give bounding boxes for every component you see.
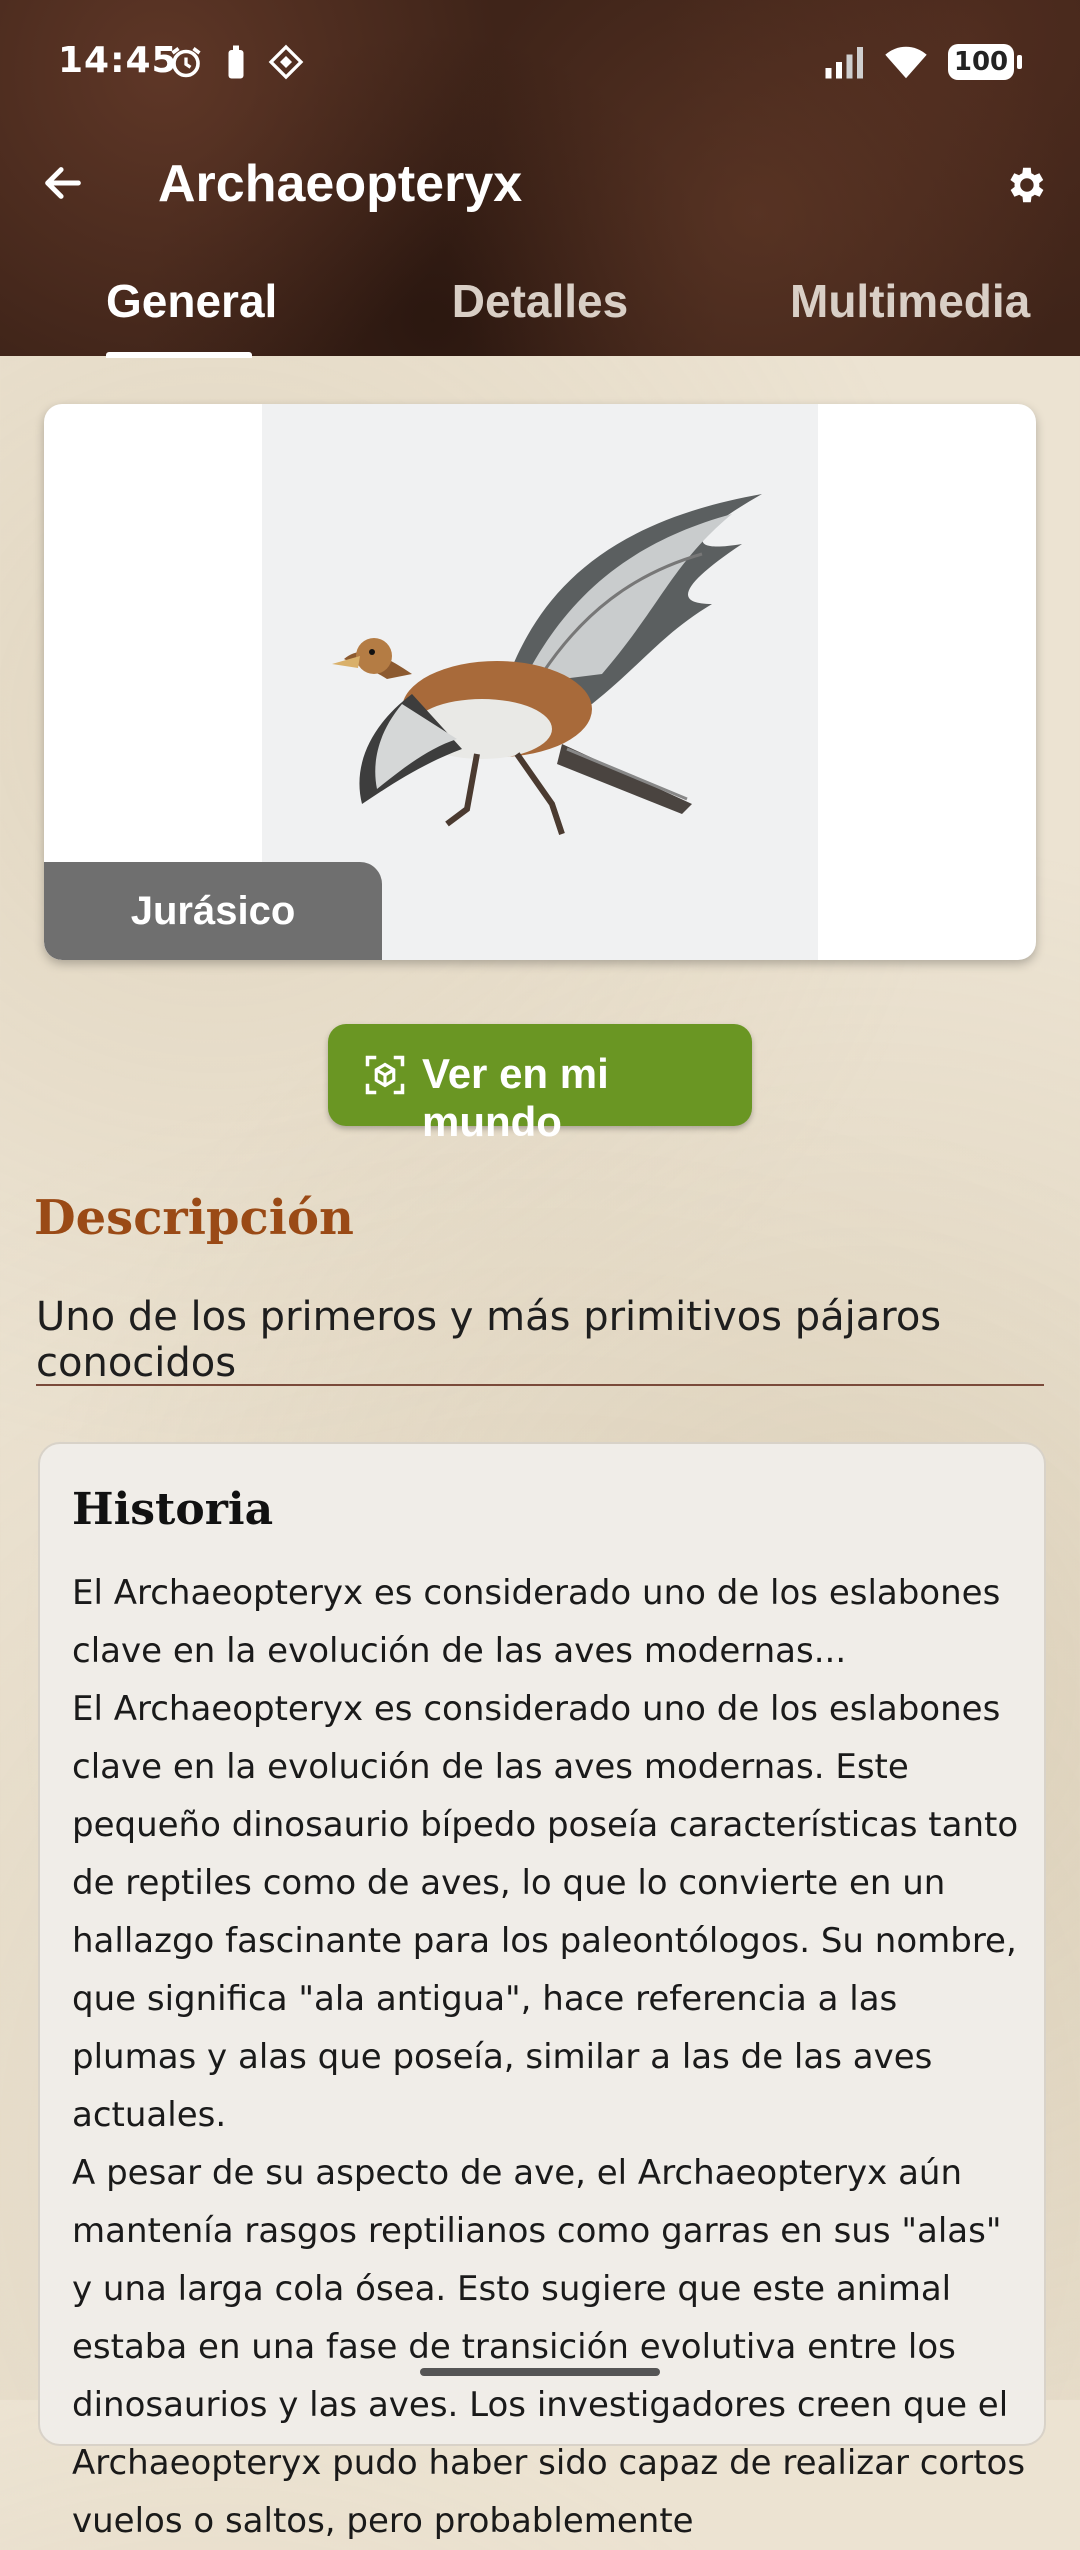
hero-image-card[interactable]: Jurásico Superior — [44, 404, 1036, 960]
signal-icon — [825, 47, 863, 79]
alarm-icon — [171, 47, 201, 78]
header: 14:45 100 Archaeopteryx General Detalles… — [0, 0, 1080, 358]
battery-saver-icon — [228, 45, 244, 79]
history-card: Historia El Archaeopteryx es considerado… — [38, 1442, 1046, 2541]
wifi-icon — [885, 46, 927, 79]
history-paragraph: El Archaeopteryx es considerado uno de l… — [72, 1573, 1001, 1671]
tab-bar: General Detalles Multimedia — [0, 258, 1080, 358]
history-title: Historia — [72, 1484, 274, 1535]
description-text: Uno de los primeros y más primitivos páj… — [36, 1294, 942, 1386]
ar-cube-icon — [365, 1055, 405, 1095]
tab-active-indicator — [106, 352, 252, 358]
page-title: Archaeopteryx — [158, 155, 523, 213]
app-notification-icon — [268, 44, 304, 80]
battery-indicator: 100 — [948, 44, 1022, 80]
tab-general[interactable]: General — [106, 274, 277, 328]
gear-icon[interactable] — [1002, 162, 1048, 208]
history-paragraph: El Archaeopteryx es considerado uno de l… — [72, 1689, 1019, 2135]
status-time: 14:45 — [58, 40, 178, 81]
app-bar: Archaeopteryx — [0, 130, 1080, 250]
tab-multimedia[interactable]: Multimedia — [790, 274, 1030, 328]
history-paragraph: A pesar de su aspecto de ave, el Archaeo… — [72, 2153, 1026, 2541]
description-title: Descripción — [34, 1190, 354, 1246]
status-bar: 14:45 100 — [0, 0, 1080, 128]
arrow-left-icon[interactable] — [40, 160, 86, 206]
tab-detalles[interactable]: Detalles — [440, 274, 640, 328]
gesture-nav-bar[interactable] — [420, 2368, 660, 2376]
history-text: El Archaeopteryx es considerado uno de l… — [72, 1564, 1032, 2550]
view-in-my-world-button[interactable]: Ver en mi mundo — [328, 1024, 752, 1145]
divider — [36, 1384, 1044, 1386]
era-badge: Jurásico Superior — [44, 862, 382, 960]
view-in-my-world-label: Ver en mi mundo — [422, 1050, 609, 1145]
